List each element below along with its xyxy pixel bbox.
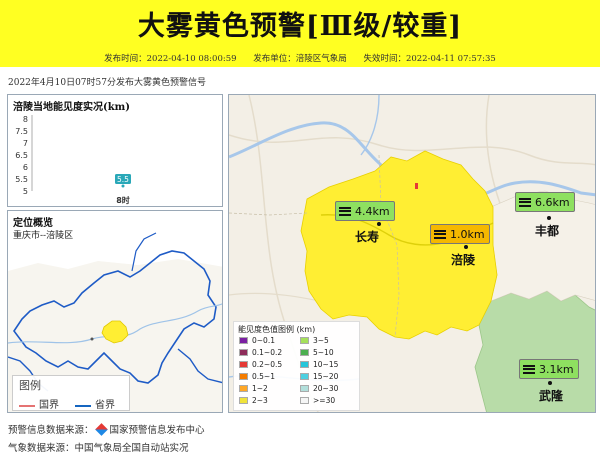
legend-item: 10~15: [300, 360, 338, 369]
fog-icon: [434, 229, 446, 239]
publish-time: 发布时间：2022-04-10 08:00:59: [104, 54, 237, 64]
fuling-dot: [464, 245, 468, 249]
fengdu-label: 丰都: [535, 224, 560, 238]
legend-item: 0.1~0.2: [239, 348, 282, 357]
legend-swatch: [239, 397, 248, 404]
locator-legend: 图例 国界 省界: [12, 375, 130, 411]
source-label: 预警信息数据来源：: [8, 425, 94, 436]
expire-time: 失效时间：2022-04-11 07:57:35: [363, 54, 496, 64]
x-tick-label: 8时: [116, 195, 130, 205]
legend-item: 0~0.1: [239, 336, 275, 345]
locator-title: 定位概览: [13, 218, 53, 229]
visibility-chart-title: 涪陵当地能见度实况(km): [13, 102, 130, 113]
publisher: 发布单位：涪陵区气象局: [253, 54, 347, 64]
legend-label: 3~5: [313, 336, 329, 345]
legend-swatch: [300, 349, 309, 356]
legend-swatch: [300, 373, 309, 380]
source-line: 预警信息数据来源： 国家预警信息发布中心: [8, 422, 205, 436]
wulong-visibility-value: 3.1km: [539, 362, 574, 376]
visibility-chart-panel: 5 5.5 6 6.5 7 7.5 8 8时 5.5 涪陵当地能见度实况(km): [7, 94, 223, 207]
main-warning-map[interactable]: 4.4km 长寿 1.0km 涪陵 6.6km 丰都 3.1km 武隆 能见度色…: [228, 94, 596, 413]
y-tick-label: 5: [23, 187, 28, 196]
wulong-dot: [548, 381, 552, 385]
legend-swatch: [239, 349, 248, 356]
locator-panel: 定位概览 重庆市--涪陵区 图例 国界 省界: [7, 210, 223, 413]
legend-label: >=30: [313, 396, 336, 405]
warning-title: 大雾黄色预警[Ⅲ级/较重]: [137, 11, 463, 42]
wulong-visibility-badge[interactable]: 3.1km: [519, 359, 579, 379]
legend-swatch: [239, 361, 248, 368]
province-border-label: 省界: [95, 400, 115, 411]
weather-source-line: 气象数据来源：中国气象局全国自动站实况: [8, 443, 189, 454]
legend-item: 2~3: [239, 396, 268, 405]
fog-icon: [519, 197, 531, 207]
legend-item: 0.2~0.5: [239, 360, 282, 369]
fog-icon: [523, 364, 535, 374]
legend-swatch: [300, 361, 309, 368]
warning-headline: 2022年4月10日07时57分发布大雾黄色预警信号: [8, 78, 206, 88]
legend-label: 0.1~0.2: [252, 348, 283, 357]
legend-swatch: [239, 337, 248, 344]
data-point: [121, 184, 125, 188]
data-label: 5.5: [117, 175, 129, 184]
legend-item: 5~10: [300, 348, 334, 357]
locator-legend-title: 图例: [19, 379, 41, 392]
national-border-label: 国界: [39, 400, 59, 411]
legend-item: 15~20: [300, 372, 338, 381]
warning-center-logo-icon: [94, 423, 108, 436]
legend-label: 5~10: [313, 348, 334, 357]
legend-swatch: [300, 337, 309, 344]
fengdu-visibility-value: 6.6km: [535, 195, 570, 209]
legend-swatch: [239, 373, 248, 380]
legend-item: 0.5~1: [239, 372, 275, 381]
fuling-visibility-value: 1.0km: [450, 227, 485, 241]
legend-item: 1~2: [239, 384, 268, 393]
legend-swatch: [239, 385, 248, 392]
changshou-visibility-value: 4.4km: [355, 204, 390, 218]
national-border-swatch: [19, 404, 35, 407]
changshou-dot: [377, 222, 381, 226]
fengdu-visibility-badge[interactable]: 6.6km: [515, 192, 575, 212]
legend-item: 3~5: [300, 336, 329, 345]
fuling-label: 涪陵: [451, 253, 476, 267]
fengdu-dot: [547, 216, 551, 220]
legend-label: 2~3: [252, 396, 268, 405]
legend-label: 0.5~1: [252, 372, 275, 381]
visibility-color-legend: 能见度色值图例 (km) 0~0.1 0.1~0.2 0.2~0.5 0.5~1…: [233, 321, 360, 411]
legend-label: 0.2~0.5: [252, 360, 283, 369]
legend-label: 0~0.1: [252, 336, 275, 345]
legend-swatch: [300, 385, 309, 392]
chongqing-city-dot: [90, 337, 94, 341]
legend-label: 15~20: [313, 372, 339, 381]
y-tick-label: 8: [23, 115, 28, 124]
wulong-label: 武隆: [539, 389, 564, 403]
y-tick-label: 6: [23, 163, 28, 172]
legend-province-border: 省界: [75, 396, 115, 411]
legend-item: 20~30: [300, 384, 338, 393]
locator-subtitle: 重庆市--涪陵区: [13, 231, 74, 241]
wulong-area[interactable]: [474, 290, 596, 413]
color-legend-title: 能见度色值图例 (km): [238, 325, 316, 334]
legend-label: 10~15: [313, 360, 339, 369]
warning-meta: 发布时间：2022-04-10 08:00:59 发布单位：涪陵区气象局 失效时…: [0, 52, 600, 64]
province-border-swatch: [75, 404, 91, 407]
changshou-label: 长寿: [355, 230, 380, 244]
legend-label: 20~30: [313, 384, 339, 393]
y-tick-label: 5.5: [15, 175, 28, 184]
fuling-visibility-badge[interactable]: 1.0km: [430, 224, 490, 244]
legend-national-border: 国界: [19, 396, 59, 411]
y-tick-label: 6.5: [15, 151, 28, 160]
y-tick-label: 7.5: [15, 127, 28, 136]
legend-item: >=30: [300, 396, 335, 405]
source-name: 国家预警信息发布中心: [109, 425, 205, 436]
changshou-visibility-badge[interactable]: 4.4km: [335, 201, 395, 221]
legend-label: 1~2: [252, 384, 268, 393]
legend-swatch: [300, 397, 309, 404]
warning-banner: 大雾黄色预警[Ⅲ级/较重] 发布时间：2022-04-10 08:00:59 发…: [0, 0, 600, 67]
fog-icon: [339, 206, 351, 216]
y-tick-label: 7: [23, 139, 28, 148]
